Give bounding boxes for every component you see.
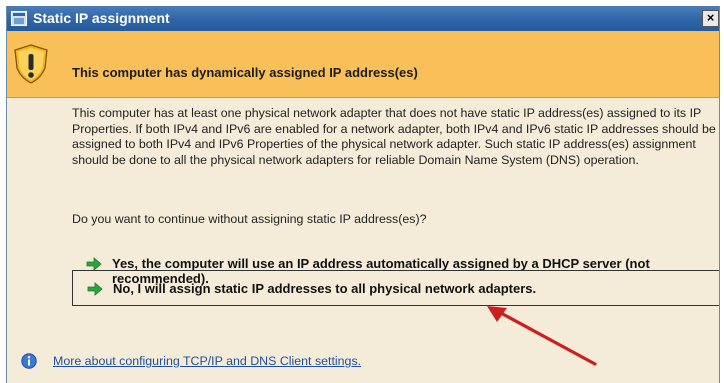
description-text: This computer has at least one physical … [72,106,716,167]
warning-shield-icon [14,44,48,84]
banner-heading: This computer has dynamically assigned I… [72,65,418,80]
window-title: Static IP assignment [33,10,170,26]
help-link[interactable]: More about configuring TCP/IP and DNS Cl… [53,354,361,368]
green-arrow-icon [87,282,103,296]
info-icon [21,353,37,369]
window-app-icon [11,11,27,26]
option-no-label: No, I will assign static IP addresses to… [113,281,537,296]
title-bar: Static IP assignment × [7,6,719,31]
red-annotation-arrow-icon [487,306,597,366]
close-button[interactable]: × [702,10,719,27]
question-text: Do you want to continue without assignin… [72,212,427,226]
warning-banner: This computer has dynamically assigned I… [7,31,719,98]
option-no-static[interactable]: No, I will assign static IP addresses to… [72,270,719,306]
static-ip-dialog: Static IP assignment × This computer has… [6,6,720,383]
